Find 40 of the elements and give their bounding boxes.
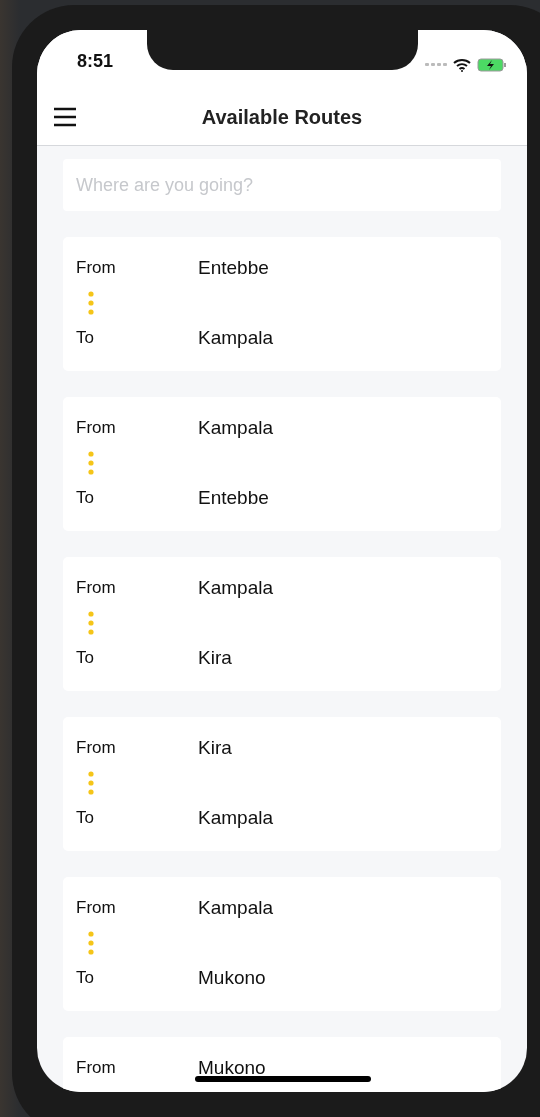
signal-icon [425,63,447,67]
to-label: To [76,808,94,828]
destination-name: Entebbe [198,487,269,509]
origin-name: Kira [198,737,232,759]
route-card[interactable]: From Kampala To Kira [63,557,501,691]
menu-button[interactable] [53,107,77,127]
route-card[interactable]: From Mukono [63,1037,501,1092]
dots-icon [88,291,94,315]
search-field[interactable]: Where are you going? [63,159,501,211]
to-label: To [76,648,94,668]
dots-icon [88,451,94,475]
from-label: From [76,258,116,278]
battery-charging-icon [477,58,507,72]
dots-icon [88,771,94,795]
status-time: 8:51 [77,51,114,72]
screen-title: Available Routes [201,106,363,129]
from-label: From [76,1058,116,1078]
destination-name: Kira [198,647,232,669]
wifi-icon [453,58,471,72]
origin-name: Kampala [198,897,273,919]
to-label: To [76,488,94,508]
origin-name: Kampala [198,417,273,439]
destination-name: Mukono [198,967,266,989]
from-label: From [76,418,116,438]
from-label: From [76,898,116,918]
route-card[interactable]: From Kira To Kampala [63,717,501,851]
to-label: To [76,968,94,988]
destination-name: Kampala [198,807,273,829]
dots-icon [88,931,94,955]
from-label: From [76,578,116,598]
route-card[interactable]: From Kampala To Mukono [63,877,501,1011]
origin-name: Mukono [198,1057,266,1079]
from-label: From [76,738,116,758]
origin-name: Kampala [198,577,273,599]
dots-icon [88,611,94,635]
route-card[interactable]: From Kampala To Entebbe [63,397,501,531]
origin-name: Entebbe [198,257,269,279]
destination-name: Kampala [198,327,273,349]
route-card[interactable]: From Entebbe To Kampala [63,237,501,371]
to-label: To [76,328,94,348]
